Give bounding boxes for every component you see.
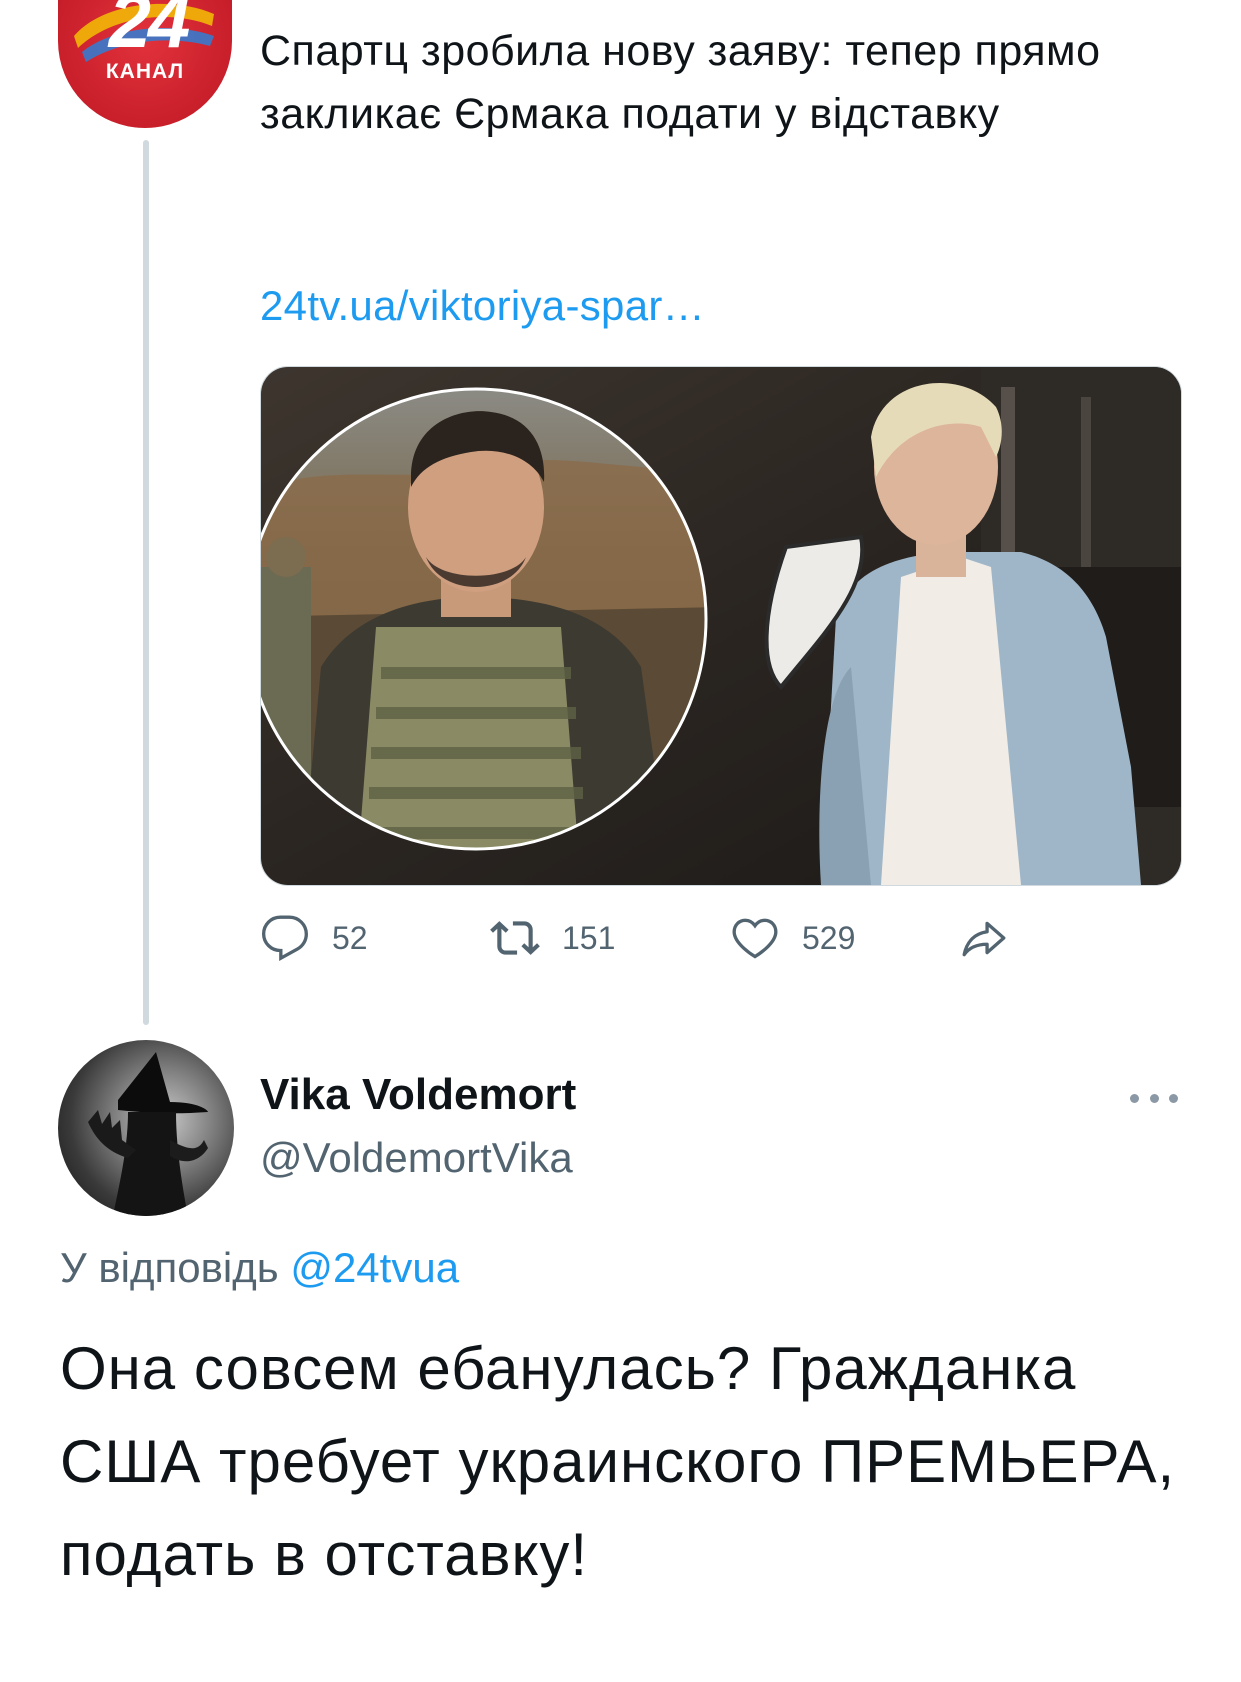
thread-connector-line [143, 140, 149, 1025]
avatar-silhouette [88, 1052, 208, 1216]
channel-label: КАНАЛ [105, 60, 185, 83]
like-count: 529 [802, 919, 856, 956]
news-photo-collage [261, 367, 1181, 885]
reply-icon [261, 915, 308, 962]
retweet-button[interactable]: 151 [490, 906, 615, 970]
article-link[interactable]: 24tv.ua/viktoriya-spar… [260, 282, 705, 330]
more-options-icon[interactable] [1130, 1086, 1178, 1110]
reply-author-handle[interactable]: @VoldemortVika [260, 1134, 573, 1182]
parent-tweet-text: Спартц зробила нову заяву: тепер прямо з… [260, 27, 1101, 138]
tweet-action-bar: 52 151 529 [260, 906, 1020, 970]
retweet-icon [490, 921, 540, 955]
replying-to-label: У відповідь [60, 1244, 279, 1291]
share-icon [962, 921, 1006, 957]
reply-author-name[interactable]: Vika Voldemort [260, 1070, 576, 1120]
reply-button[interactable]: 52 [260, 906, 368, 970]
replying-to-line: У відповідь @24tvua [60, 1244, 459, 1292]
retweet-count: 151 [562, 919, 616, 956]
channel-24-avatar[interactable]: 24 КАНАЛ [58, 0, 232, 128]
reply-tweet-text: Она совсем ебанулась? Гражданка США треб… [60, 1335, 1176, 1588]
article-image[interactable] [260, 366, 1182, 886]
reply-count: 52 [332, 919, 368, 956]
like-button[interactable]: 529 [730, 906, 855, 970]
vika-voldemort-avatar[interactable] [58, 1040, 234, 1216]
share-button[interactable] [960, 906, 1032, 970]
like-icon [732, 918, 778, 959]
replying-to-mention[interactable]: @24tvua [290, 1244, 459, 1291]
channel-number: 24 [108, 0, 191, 64]
